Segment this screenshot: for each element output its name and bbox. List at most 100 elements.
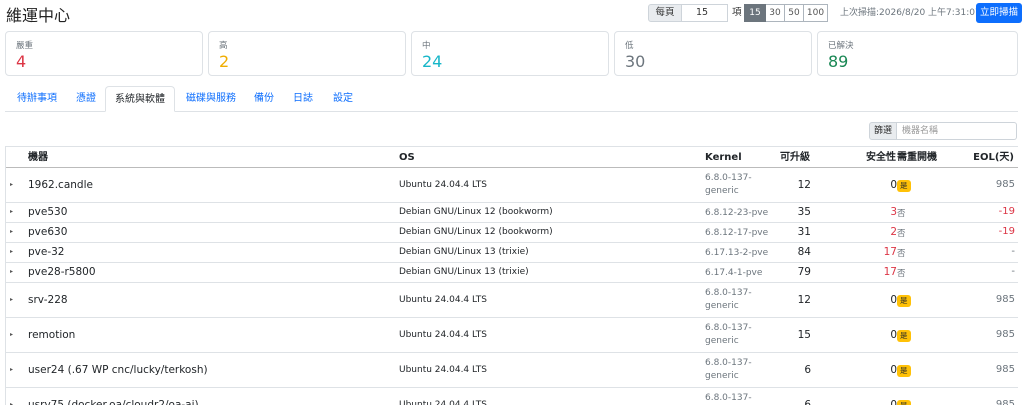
upgradable-count: 12 <box>797 178 811 191</box>
card-resolved[interactable]: 已解決 89 <box>817 31 1018 76</box>
kernel-line: 6.8.12-17-pve <box>705 228 769 238</box>
expand-caret-icon[interactable]: ▸ <box>10 401 13 405</box>
os-name: Debian GNU/Linux 13 (trixie) <box>399 267 529 277</box>
col-kernel[interactable]: Kernel <box>705 149 742 167</box>
reboot-badge: 是 <box>897 179 911 192</box>
upgradable-count: 35 <box>797 206 811 218</box>
page-size-50-button[interactable]: 50 <box>785 4 804 22</box>
col-reboot[interactable]: 需重開機 <box>897 149 937 167</box>
expand-caret-icon[interactable]: ▸ <box>10 208 13 215</box>
eol-days: 985 <box>995 398 1015 405</box>
per-page-unit: 項 <box>732 7 742 18</box>
filter-label: 篩選 <box>869 122 897 140</box>
expand-caret-icon[interactable]: ▸ <box>10 228 13 235</box>
card-value: 89 <box>828 52 849 71</box>
page-size-group: 15 30 50 100 <box>744 4 828 22</box>
tab-certificates[interactable]: 憑證 <box>68 86 104 112</box>
security-count: 0 <box>890 328 897 341</box>
os-name: Debian GNU/Linux 12 (bookworm) <box>399 227 553 237</box>
os-name: Ubuntu 24.04.4 LTS <box>399 364 488 375</box>
expand-caret-icon[interactable]: ▸ <box>10 366 13 373</box>
col-eol[interactable]: EOL(天) <box>973 149 1014 167</box>
eol-days: 985 <box>995 178 1015 190</box>
tab-settings[interactable]: 設定 <box>325 86 361 112</box>
table-row[interactable]: ▸ user24 (.67 WP cnc/lucky/terkosh) Ubuntu… <box>6 353 1018 388</box>
reboot-required: 是 <box>897 329 911 342</box>
os-name: Ubuntu 24.04.4 LTS <box>399 179 488 190</box>
security-count: 0 <box>890 178 897 191</box>
card-value: 24 <box>422 52 443 71</box>
card-critical[interactable]: 嚴重 4 <box>5 31 203 76</box>
table-row[interactable]: ▸ pve530 Debian GNU/Linux 12 (bookworm) 6.8… <box>6 203 1018 223</box>
reboot-required: 否 <box>897 229 906 239</box>
os-name: Ubuntu 24.04.4 LTS <box>399 294 488 305</box>
eol-days: 985 <box>995 293 1015 305</box>
per-page-label: 每頁 <box>648 4 682 22</box>
table-row[interactable]: ▸ pve28-r5800 Debian GNU/Linux 13 (trixie)… <box>6 263 1018 283</box>
security-count: 2 <box>890 226 897 238</box>
expand-caret-icon[interactable]: ▸ <box>10 181 13 188</box>
col-upgradable[interactable]: 可升級 <box>780 149 810 167</box>
machine-name: remotion <box>28 328 76 341</box>
upgradable-count: 6 <box>804 398 811 405</box>
eol-days: - <box>1011 266 1015 277</box>
tab-bar: 待辦事項 憑證 系統與軟體 磁碟與服務 備份 日誌 設定 <box>5 86 1018 112</box>
table-row[interactable]: ▸ pve630 Debian GNU/Linux 12 (bookworm) 6.8… <box>6 223 1018 243</box>
upgradable-count: 79 <box>797 266 811 278</box>
col-os[interactable]: OS <box>399 149 415 167</box>
os-name: Ubuntu 24.04.4 LTS <box>399 329 488 340</box>
machine-name: srv-228 <box>28 293 68 306</box>
kernel-version: 6.8.0-137-generic <box>705 392 752 405</box>
tab-backup[interactable]: 備份 <box>246 86 282 112</box>
card-value: 30 <box>625 52 646 71</box>
expand-caret-icon[interactable]: ▸ <box>10 248 13 255</box>
kernel-line: generic <box>705 336 739 346</box>
expand-caret-icon[interactable]: ▸ <box>10 268 13 275</box>
table-row[interactable]: ▸ pve-32 Debian GNU/Linux 13 (trixie) 6.17.… <box>6 243 1018 263</box>
col-security[interactable]: 安全性 <box>866 149 896 167</box>
card-high[interactable]: 高 2 <box>208 31 406 76</box>
reboot-badge: 是 <box>897 399 911 405</box>
tab-system-software[interactable]: 系統與軟體 <box>105 86 175 112</box>
reboot-badge: 是 <box>897 364 911 377</box>
security-count: 3 <box>890 206 897 218</box>
kernel-line: 6.8.0-137- <box>705 358 752 368</box>
card-low[interactable]: 低 30 <box>614 31 812 76</box>
page-size-30-button[interactable]: 30 <box>766 4 785 22</box>
reboot-badge: 是 <box>897 294 911 307</box>
tab-todo[interactable]: 待辦事項 <box>8 86 66 112</box>
tab-logs[interactable]: 日誌 <box>285 86 321 112</box>
page-size-15-button[interactable]: 15 <box>744 4 766 22</box>
kernel-version: 6.8.0-137- generic <box>705 172 752 198</box>
scan-now-button[interactable]: 立即掃描 <box>976 3 1022 23</box>
reboot-required: 否 <box>897 249 906 259</box>
upgradable-count: 6 <box>804 363 811 376</box>
table-row[interactable]: ▸ 1962.candle Ubuntu 24.04.4 LTS 6.8.0-137-… <box>6 168 1018 203</box>
per-page-input[interactable]: 15 <box>682 4 728 22</box>
kernel-line: 6.8.0-137- <box>705 173 752 183</box>
machine-name: pve630 <box>28 226 68 238</box>
card-medium[interactable]: 中 24 <box>411 31 609 76</box>
security-count: 17 <box>883 266 897 278</box>
page-size-100-button[interactable]: 100 <box>804 4 828 22</box>
expand-caret-icon[interactable]: ▸ <box>10 331 13 338</box>
table-row[interactable]: ▸ srv-228 Ubuntu 24.04.4 LTS 6.8.0-137- gene… <box>6 283 1018 318</box>
eol-days: - <box>1011 246 1015 257</box>
kernel-line: 6.17.4-1-pve <box>705 268 763 278</box>
col-machine[interactable]: 機器 <box>28 149 48 167</box>
machine-name: usrv75 (docker.oa/cloudr2/oa-ai) <box>28 398 199 405</box>
security-count: 0 <box>890 398 897 405</box>
reboot-badge: 是 <box>897 329 911 342</box>
kernel-version: 6.8.0-137-generic <box>705 322 752 348</box>
kernel-version: 6.8.0-137-generic <box>705 287 752 313</box>
table-row[interactable]: ▸ usrv75 (docker.oa/cloudr2/oa-ai) Ubuntu … <box>6 388 1018 405</box>
machine-filter-input[interactable]: 機器名稱 <box>897 122 1017 140</box>
upgradable-count: 12 <box>797 293 811 306</box>
tab-disk-services[interactable]: 磁碟與服務 <box>178 86 244 112</box>
card-label: 嚴重 <box>16 41 34 51</box>
table-row[interactable]: ▸ remotion Ubuntu 24.04.4 LTS 6.8.0-137- gen… <box>6 318 1018 353</box>
expand-caret-icon[interactable]: ▸ <box>10 296 13 303</box>
kernel-line: generic <box>705 186 739 196</box>
kernel-line: 6.8.0-137- <box>705 393 752 403</box>
security-count: 0 <box>890 293 897 306</box>
